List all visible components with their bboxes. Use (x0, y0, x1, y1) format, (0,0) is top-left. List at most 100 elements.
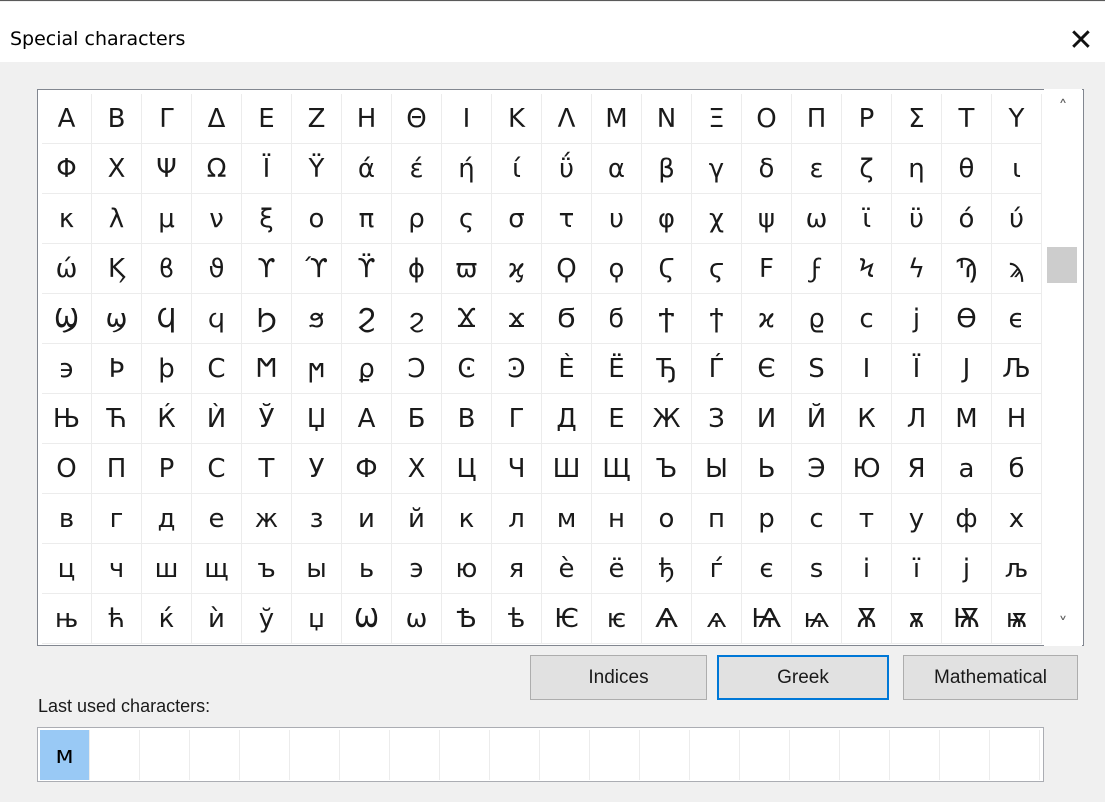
character-cell[interactable]: ќ (142, 594, 192, 644)
character-cell[interactable]: Й (792, 394, 842, 444)
character-cell[interactable]: ϩ (392, 294, 442, 344)
character-cell[interactable]: щ (192, 544, 242, 594)
character-cell[interactable]: Ϲ (192, 344, 242, 394)
character-cell[interactable]: Ͻ (392, 344, 442, 394)
character-cell[interactable]: Ϫ (442, 294, 492, 344)
last-used-cell[interactable] (690, 730, 740, 780)
character-cell[interactable]: В (442, 394, 492, 444)
character-cell[interactable]: К (842, 394, 892, 444)
character-cell[interactable]: Κ (492, 94, 542, 144)
character-cell[interactable]: е (192, 494, 242, 544)
character-cell[interactable]: Ы (692, 444, 742, 494)
last-used-cell[interactable] (90, 730, 140, 780)
character-cell[interactable]: ц (42, 544, 92, 594)
character-cell[interactable]: З (692, 394, 742, 444)
character-cell[interactable]: Ѥ (542, 594, 592, 644)
character-cell[interactable]: Π (792, 94, 842, 144)
close-icon[interactable]: ✕ (1061, 22, 1101, 62)
character-cell[interactable]: л (492, 494, 542, 544)
character-cell[interactable]: ы (292, 544, 342, 594)
character-cell[interactable]: ь (342, 544, 392, 594)
character-cell[interactable]: Њ (42, 394, 92, 444)
character-cell[interactable]: Ш (542, 444, 592, 494)
character-cell[interactable]: ϣ (92, 294, 142, 344)
character-cell[interactable]: φ (642, 194, 692, 244)
indices-button[interactable]: Indices (530, 655, 707, 700)
character-cell[interactable]: Ϯ (642, 294, 692, 344)
character-cell[interactable]: Ϻ (242, 344, 292, 394)
character-cell[interactable]: έ (392, 144, 442, 194)
character-cell[interactable]: ϯ (692, 294, 742, 344)
character-cell[interactable]: ѐ (542, 544, 592, 594)
last-used-cell[interactable] (990, 730, 1040, 780)
character-cell[interactable]: ώ (42, 244, 92, 294)
last-used-cell[interactable] (390, 730, 440, 780)
character-cell[interactable]: Р (142, 444, 192, 494)
character-cell[interactable]: Г (492, 394, 542, 444)
character-cell[interactable]: ϰ (742, 294, 792, 344)
character-cell[interactable]: н (592, 494, 642, 544)
scroll-thumb[interactable] (1047, 247, 1077, 283)
last-used-cell[interactable] (340, 730, 390, 780)
character-cell[interactable]: ϒ (242, 244, 292, 294)
character-cell[interactable]: ϟ (892, 244, 942, 294)
character-cell[interactable]: м (542, 494, 592, 544)
character-cell[interactable]: Ϗ (92, 244, 142, 294)
last-used-cell[interactable] (840, 730, 890, 780)
character-cell[interactable]: ϻ (292, 344, 342, 394)
last-used-cell[interactable] (590, 730, 640, 780)
character-cell[interactable]: У (292, 444, 342, 494)
character-cell[interactable]: ϵ (992, 294, 1042, 344)
character-cell[interactable]: Ѝ (192, 394, 242, 444)
character-cell[interactable]: Ќ (142, 394, 192, 444)
mathematical-button[interactable]: Mathematical (903, 655, 1078, 700)
character-cell[interactable]: С (192, 444, 242, 494)
character-cell[interactable]: ϼ (342, 344, 392, 394)
character-cell[interactable]: ѓ (692, 544, 742, 594)
character-cell[interactable]: ї (892, 544, 942, 594)
character-cell[interactable]: ϳ (892, 294, 942, 344)
character-cell[interactable]: ψ (742, 194, 792, 244)
character-cell[interactable]: Ј (942, 344, 992, 394)
character-cell[interactable]: Ѡ (342, 594, 392, 644)
character-cell[interactable]: ϔ (342, 244, 392, 294)
character-cell[interactable]: Ϝ (742, 244, 792, 294)
character-cell[interactable]: в (42, 494, 92, 544)
character-cell[interactable]: ο (292, 194, 342, 244)
character-cell[interactable]: Ϥ (142, 294, 192, 344)
character-cell[interactable]: ў (242, 594, 292, 644)
character-cell[interactable]: Σ (892, 94, 942, 144)
character-cell[interactable]: Ψ (142, 144, 192, 194)
character-cell[interactable]: ϭ (592, 294, 642, 344)
character-cell[interactable]: ι (992, 144, 1042, 194)
character-cell[interactable]: ί (492, 144, 542, 194)
character-cell[interactable]: χ (692, 194, 742, 244)
character-cell[interactable]: ѥ (592, 594, 642, 644)
vertical-scrollbar[interactable]: ˄ ˅ (1044, 89, 1082, 646)
character-cell[interactable]: ϕ (392, 244, 442, 294)
character-cell[interactable]: ϲ (842, 294, 892, 344)
character-cell[interactable]: Б (392, 394, 442, 444)
character-cell[interactable]: ѭ (992, 594, 1042, 644)
character-cell[interactable]: М (942, 394, 992, 444)
character-cell[interactable]: ά (342, 144, 392, 194)
character-cell[interactable]: Ъ (642, 444, 692, 494)
character-cell[interactable]: А (342, 394, 392, 444)
character-cell[interactable]: ф (942, 494, 992, 544)
last-used-cell[interactable] (890, 730, 940, 780)
character-cell[interactable]: І (842, 344, 892, 394)
character-cell[interactable]: і (842, 544, 892, 594)
scroll-down-icon[interactable]: ˅ (1044, 608, 1082, 642)
last-used-cell[interactable] (190, 730, 240, 780)
character-cell[interactable]: Ѓ (692, 344, 742, 394)
character-cell[interactable]: а (942, 444, 992, 494)
character-cell[interactable]: γ (692, 144, 742, 194)
character-cell[interactable]: Ѫ (842, 594, 892, 644)
character-cell[interactable]: Δ (192, 94, 242, 144)
character-cell[interactable]: ѝ (192, 594, 242, 644)
character-cell[interactable]: Т (242, 444, 292, 494)
character-cell[interactable]: ϡ (992, 244, 1042, 294)
last-used-cell[interactable] (640, 730, 690, 780)
character-cell[interactable]: ж (242, 494, 292, 544)
last-used-cell[interactable] (140, 730, 190, 780)
